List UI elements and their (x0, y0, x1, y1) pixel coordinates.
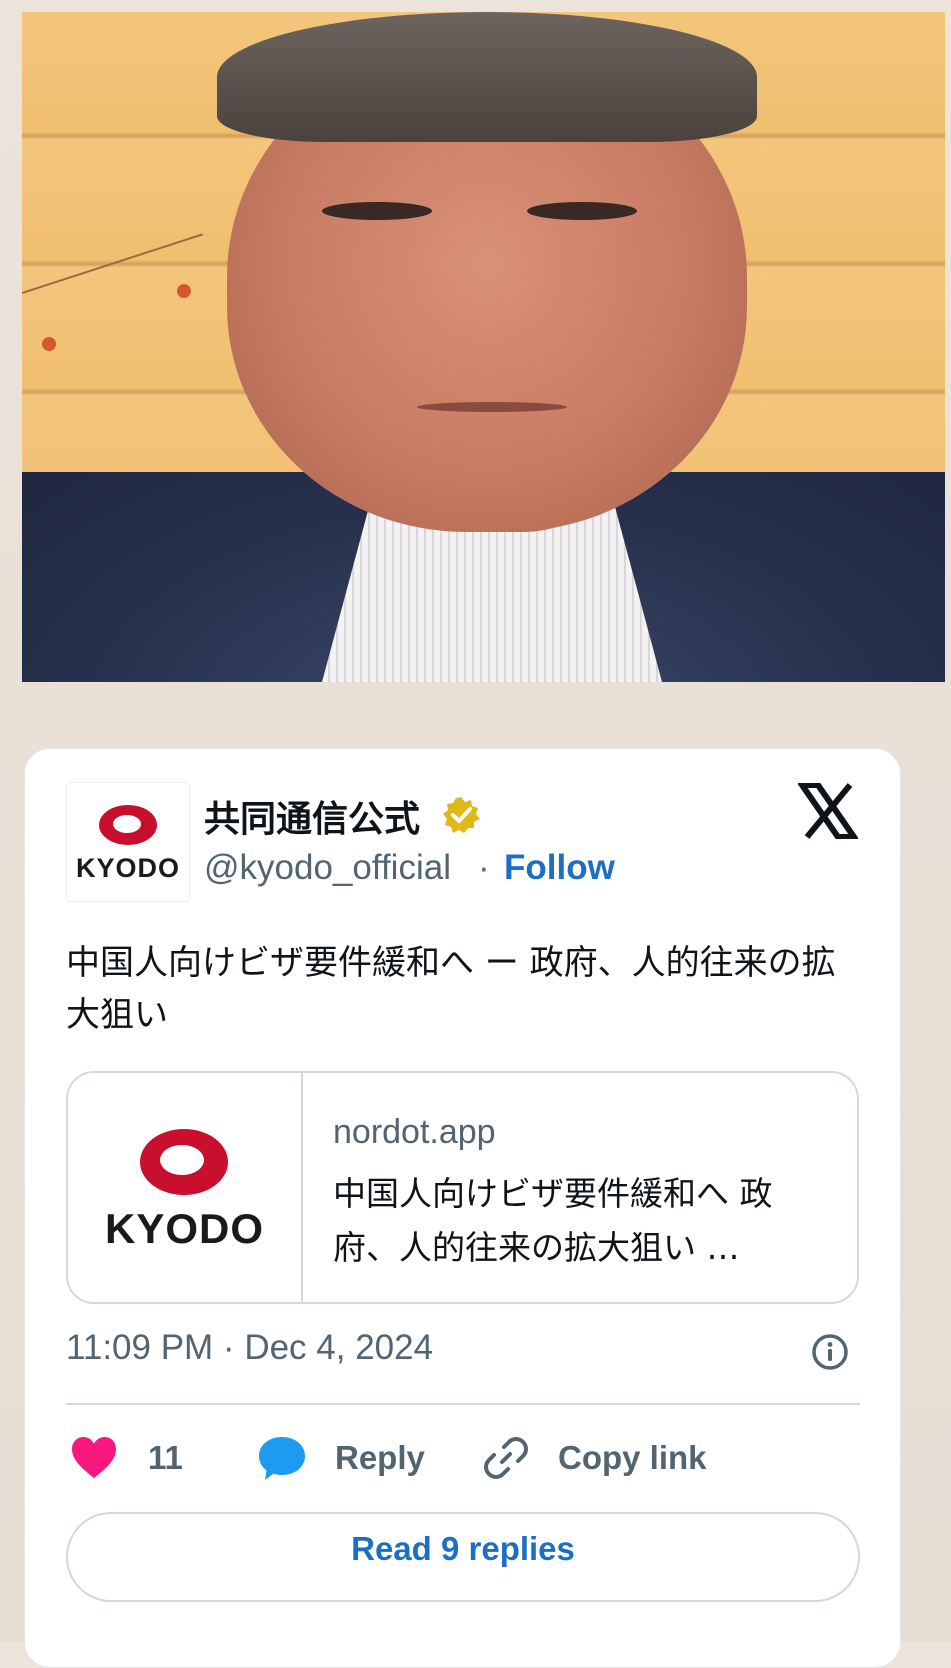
like-button[interactable]: 11 (70, 1430, 183, 1486)
reply-label: Reply (335, 1439, 425, 1476)
photo-mouth (417, 402, 567, 412)
post-timestamp[interactable]: 11:09 PM · Dec 4, 2024 (66, 1328, 433, 1368)
news-photo (22, 12, 945, 682)
speech-bubble-icon (259, 1437, 305, 1480)
heart-icon (72, 1437, 116, 1478)
author-avatar[interactable]: KYODO (66, 782, 190, 902)
like-count: 11 (148, 1439, 183, 1476)
photo-eye (527, 202, 637, 220)
author-name[interactable]: 共同通信公式 (204, 790, 420, 842)
kyodo-logo-mark-inner (113, 815, 141, 833)
photo-hair (217, 12, 757, 142)
copy-link-label: Copy link (558, 1439, 707, 1476)
link-title: 中国人向けビザ要件緩和へ 政府、人的往来の拡大狙い … (333, 1174, 773, 1267)
post-text: 中国人向けビザ要件緩和へ ー 政府、人的往来の拡大狙い (66, 943, 836, 1035)
verified-badge-icon (443, 797, 480, 833)
read-replies-button[interactable]: Read 9 replies (66, 1512, 860, 1602)
avatar-logo-text: KYODO (75, 853, 180, 883)
separator-dot: · (478, 848, 490, 887)
link-chain-icon (484, 1437, 528, 1479)
decorative-branch (22, 233, 204, 294)
link-preview-card[interactable]: KYODO nordot.app 中国人向けビザ要件緩和へ 政府、人的往来の拡大… (66, 1071, 859, 1304)
x-logo-icon[interactable] (798, 783, 858, 839)
thumbnail-logo-text: KYODO (104, 1205, 264, 1252)
photo-eye (322, 202, 432, 220)
decorative-berry (177, 284, 191, 298)
kyodo-logo-mark-inner (160, 1145, 204, 1175)
reply-button[interactable]: Reply (257, 1430, 425, 1486)
info-icon[interactable] (811, 1333, 849, 1371)
follow-button[interactable]: Follow (504, 848, 615, 888)
divider (66, 1403, 860, 1405)
link-domain: nordot.app (333, 1113, 496, 1151)
link-thumbnail: KYODO (68, 1073, 303, 1302)
copy-link-button[interactable]: Copy link (482, 1430, 707, 1486)
author-handle[interactable]: @kyodo_official (204, 848, 451, 888)
decorative-berry (42, 337, 56, 351)
